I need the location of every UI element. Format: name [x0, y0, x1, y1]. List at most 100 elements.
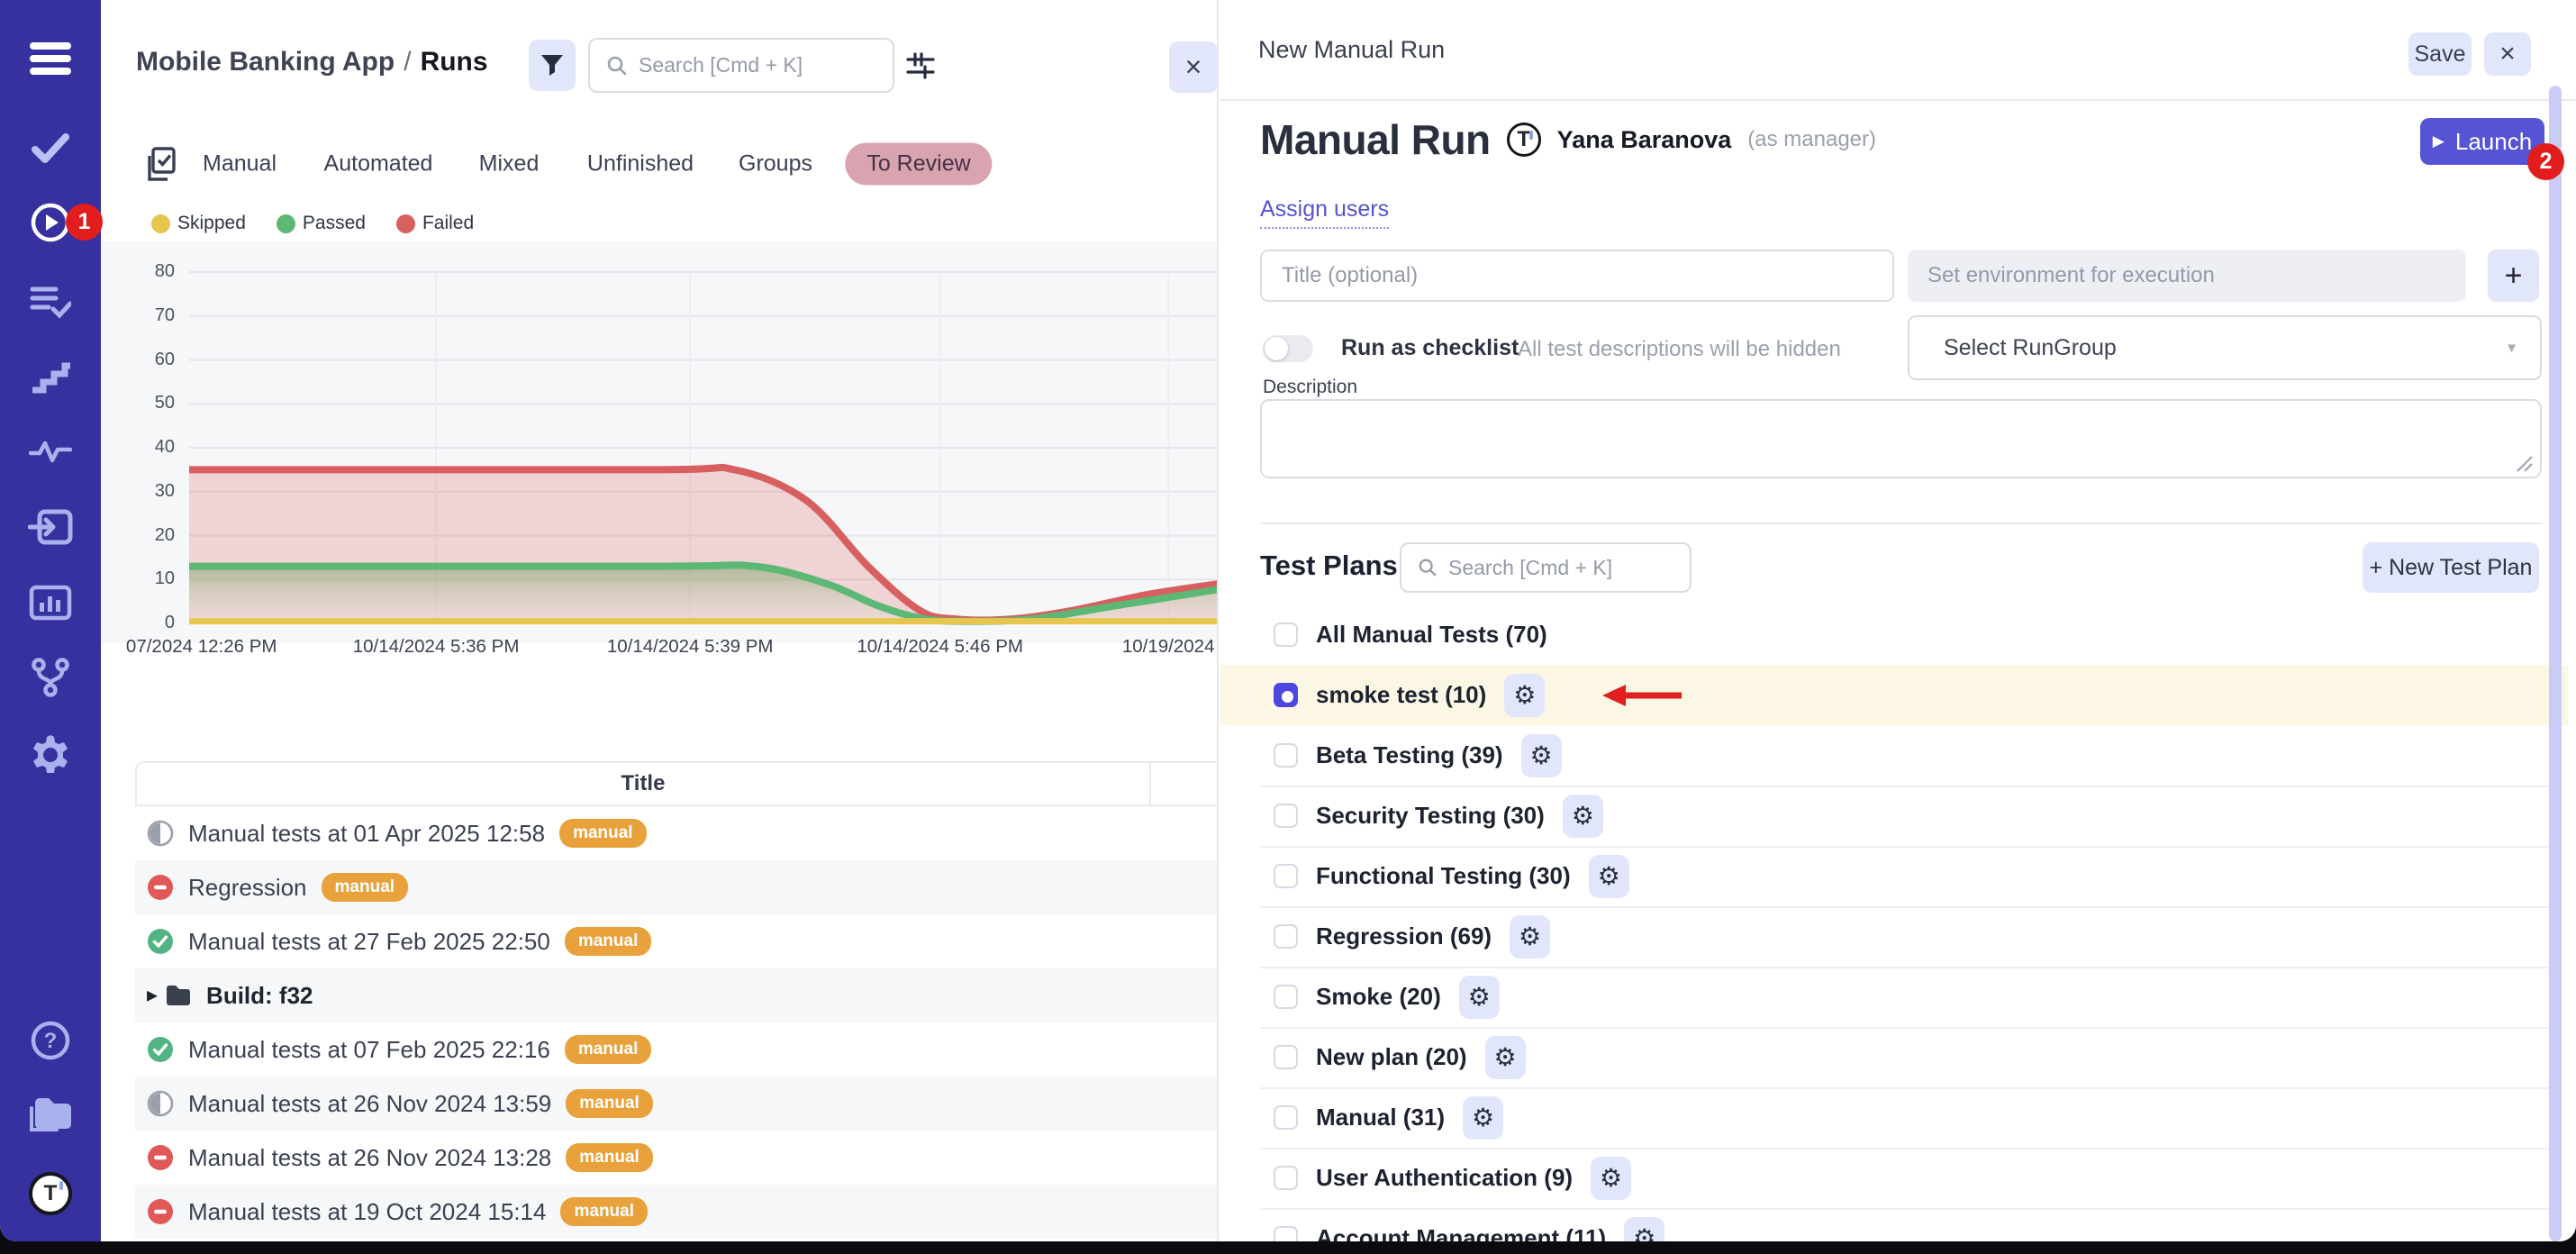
column-title[interactable]: Title [137, 763, 1149, 804]
branches-icon[interactable] [0, 646, 101, 709]
plan-checkbox[interactable] [1274, 743, 1298, 768]
plan-settings-gear-icon[interactable]: ⚙ [1589, 855, 1629, 898]
add-environment-button[interactable]: + [2488, 250, 2539, 302]
description-textarea[interactable] [1260, 399, 2542, 478]
tab-manual[interactable]: Manual [203, 151, 277, 177]
plan-settings-gear-icon[interactable]: ⚙ [1563, 795, 1603, 838]
test-plan-row-user-authentication-9-[interactable]: User Authentication (9) ⚙ [1220, 1148, 2568, 1208]
logo-letter: T [44, 1181, 58, 1206]
plan-settings-gear-icon[interactable]: ⚙ [1459, 976, 1500, 1019]
test-plans-search-input[interactable] [1447, 555, 1690, 581]
table-row[interactable]: Manual tests at 26 Nov 2024 13:28 manual [135, 1131, 1219, 1185]
tab-to-review[interactable]: To Review [845, 143, 992, 186]
plan-checkbox[interactable] [1274, 1105, 1298, 1130]
table-row[interactable]: Manual tests at 19 Oct 2024 15:14 manual [135, 1185, 1219, 1239]
environment-input[interactable] [1908, 250, 2466, 302]
reports-icon[interactable] [0, 571, 101, 634]
pulse-icon[interactable] [0, 420, 101, 483]
new-test-plan-button[interactable]: + New Test Plan [2363, 542, 2539, 593]
run-title-input[interactable] [1260, 250, 1894, 302]
y-tick-label: 70 [110, 305, 175, 326]
rungroup-select[interactable]: Select RunGroup ▼ [1908, 315, 2542, 380]
plan-checkbox[interactable] [1274, 985, 1298, 1009]
x-tick-label: 10/14/2024 5:36 PM [353, 636, 520, 658]
y-tick-label: 0 [110, 613, 175, 633]
test-plan-row-new-plan-20-[interactable]: New plan (20) ⚙ [1220, 1027, 2568, 1087]
status-pending-icon [147, 1090, 174, 1117]
column-settings-icon[interactable] [905, 50, 936, 81]
account-avatar-logo[interactable]: T [0, 1162, 101, 1225]
scrollbar-thumb[interactable] [2549, 86, 2562, 1241]
status-pending-icon [147, 820, 174, 847]
table-row[interactable]: Regression manual [135, 860, 1219, 914]
tab-automated[interactable]: Automated [324, 151, 433, 177]
manager-avatar[interactable]: T [1507, 123, 1541, 157]
plan-settings-gear-icon[interactable]: ⚙ [1521, 734, 1562, 777]
table-row[interactable]: Manual tests at 01 Apr 2025 12:58 manual [135, 806, 1219, 860]
table-row[interactable]: Manual tests at 27 Feb 2025 22:50 manual [135, 914, 1219, 968]
run-as-checklist-toggle[interactable] [1263, 335, 1313, 362]
import-icon[interactable] [0, 495, 101, 559]
tab-mixed[interactable]: Mixed [479, 151, 540, 177]
test-plan-row-all-manual-tests-70-[interactable]: All Manual Tests (70) [1220, 604, 2568, 665]
test-plan-row-security-testing-30-[interactable]: Security Testing (30) ⚙ [1220, 786, 2568, 846]
plan-settings-gear-icon[interactable]: ⚙ [1624, 1217, 1664, 1242]
runs-panel: Mobile Banking App/Runs × ManualAutomate… [101, 0, 1219, 1241]
test-plan-row-functional-testing-30-[interactable]: Functional Testing (30) ⚙ [1220, 846, 2568, 906]
assign-users-link[interactable]: Assign users [1260, 196, 1389, 229]
status-failed-icon [147, 874, 174, 901]
table-row[interactable]: ▸ Build: f32 [135, 968, 1219, 1022]
table-row[interactable]: Manual tests at 26 Nov 2024 13:59 manual [135, 1077, 1219, 1131]
run-title: Manual tests at 27 Feb 2025 22:50 [188, 928, 550, 956]
table-row[interactable]: Manual tests at 07 Feb 2025 22:16 manual [135, 1022, 1219, 1077]
plan-checkbox[interactable] [1274, 622, 1298, 647]
legend-dot [396, 214, 415, 233]
chevron-down-icon: ▼ [2505, 341, 2518, 356]
plan-checkbox[interactable] [1274, 804, 1298, 828]
test-plan-row-beta-testing-39-[interactable]: Beta Testing (39) ⚙ [1220, 725, 2568, 786]
help-icon[interactable]: ? [0, 1009, 101, 1072]
save-button[interactable]: Save [2408, 32, 2472, 76]
plan-checkbox[interactable] [1274, 1226, 1298, 1241]
steps-icon[interactable] [0, 346, 101, 409]
checklist-icon[interactable] [0, 270, 101, 333]
avatar-tick [1529, 131, 1533, 140]
legend-label: Passed [303, 213, 366, 234]
run-title: Regression [188, 874, 307, 902]
bulk-select-icon[interactable] [144, 146, 177, 188]
expand-caret-icon[interactable]: ▸ [147, 985, 158, 1006]
plan-settings-gear-icon[interactable]: ⚙ [1485, 1036, 1526, 1079]
plan-checkbox[interactable] [1274, 1045, 1298, 1069]
breadcrumb-project[interactable]: Mobile Banking App [136, 47, 395, 77]
test-plan-row-smoke-test-10-[interactable]: smoke test (10) ⚙ [1220, 665, 2568, 725]
tab-unfinished[interactable]: Unfinished [587, 151, 694, 177]
plan-checkbox[interactable] [1274, 864, 1298, 888]
settings-gear-icon[interactable] [0, 723, 101, 786]
test-plan-row-account-management-11-[interactable]: Account Management (11) ⚙ [1220, 1208, 2568, 1241]
plan-checkbox[interactable] [1274, 683, 1298, 707]
plan-settings-gear-icon[interactable]: ⚙ [1591, 1157, 1631, 1200]
panel-close-button[interactable]: × [1169, 41, 1218, 93]
tab-groups[interactable]: Groups [739, 151, 812, 177]
runs-search-input[interactable] [637, 52, 893, 78]
x-tick-label: 07/2024 12:26 PM [126, 636, 277, 658]
plan-label: Manual (31) [1316, 1104, 1445, 1131]
plan-settings-gear-icon[interactable]: ⚙ [1463, 1096, 1503, 1140]
plan-checkbox[interactable] [1274, 1166, 1298, 1190]
plan-settings-gear-icon[interactable]: ⚙ [1504, 674, 1545, 717]
legend-item-passed: Passed [277, 213, 366, 234]
test-plan-row-manual-31-[interactable]: Manual (31) ⚙ [1220, 1087, 2568, 1148]
projects-folder-icon[interactable] [0, 1086, 101, 1149]
test-plan-row-regression-69-[interactable]: Regression (69) ⚙ [1220, 906, 2568, 967]
hamburger-menu-icon[interactable] [0, 27, 101, 90]
legend-dot [151, 214, 170, 233]
plan-checkbox[interactable] [1274, 924, 1298, 949]
checkmark-icon[interactable] [0, 117, 101, 180]
run-title: Manual tests at 01 Apr 2025 12:58 [188, 820, 545, 848]
plan-settings-gear-icon[interactable]: ⚙ [1510, 915, 1550, 959]
close-button[interactable]: × [2484, 32, 2531, 76]
run-heading: Manual Run [1260, 115, 1491, 164]
launch-button[interactable]: ▶ Launch [2420, 118, 2544, 165]
filter-button[interactable] [529, 40, 576, 91]
test-plan-row-smoke-20-[interactable]: Smoke (20) ⚙ [1220, 967, 2568, 1027]
